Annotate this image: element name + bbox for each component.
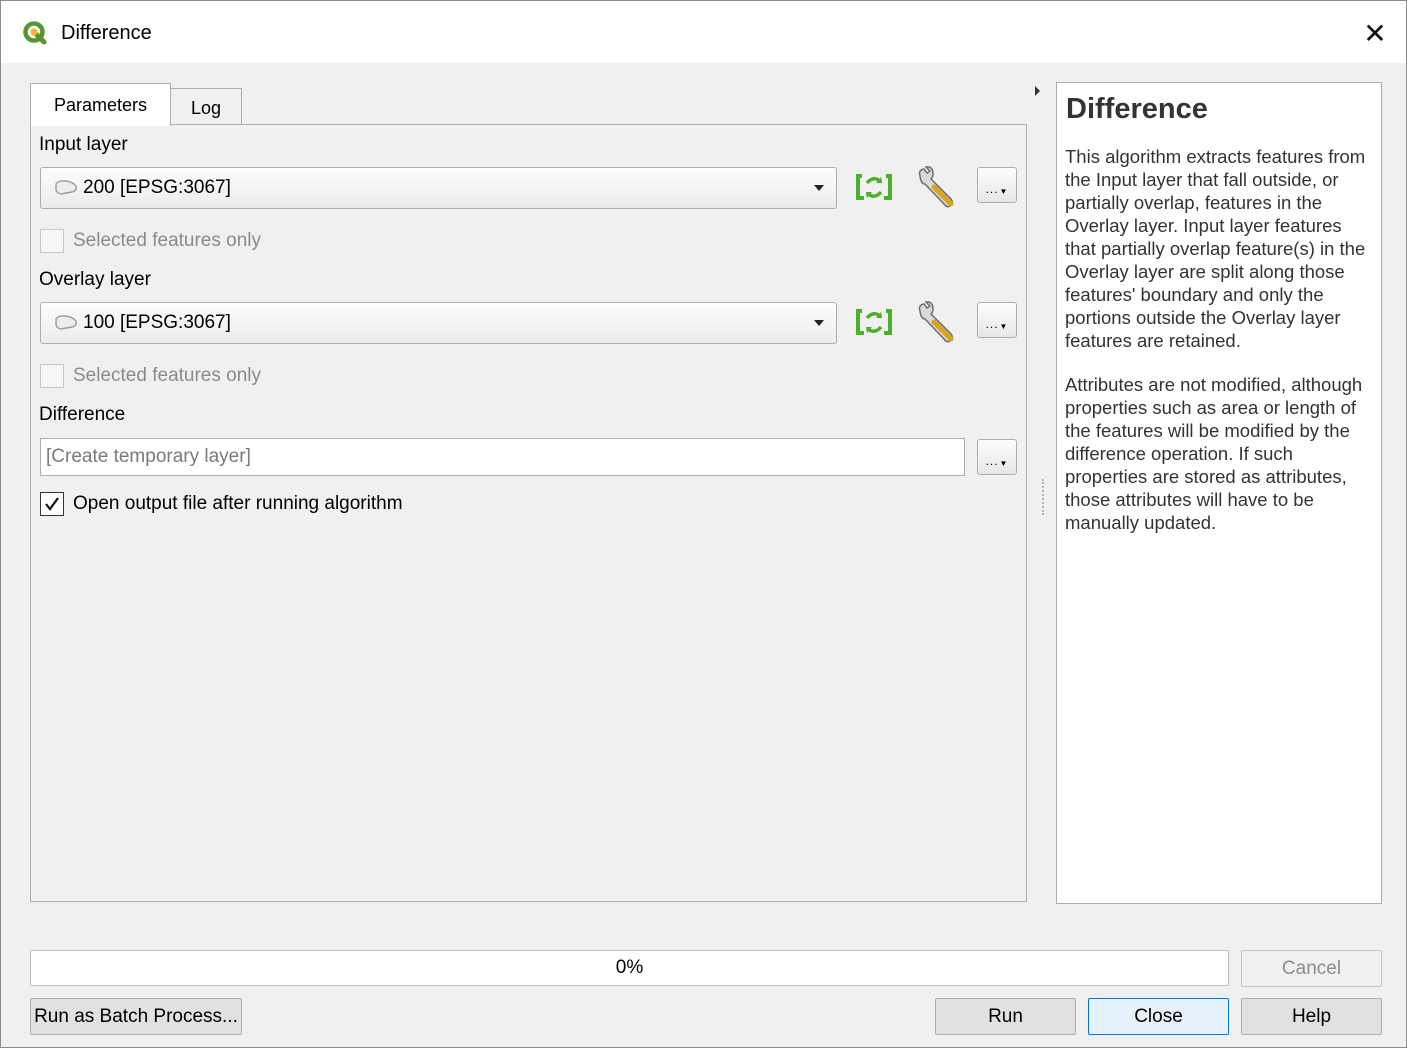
advanced-options-button[interactable] bbox=[914, 301, 958, 345]
output-destination-field[interactable]: [Create temporary layer] bbox=[40, 438, 965, 476]
run-as-batch-button[interactable]: Run as Batch Process... bbox=[30, 998, 242, 1035]
window-close-button[interactable]: ✕ bbox=[1357, 15, 1393, 51]
advanced-options-button[interactable] bbox=[914, 166, 958, 210]
progress-label: 0% bbox=[615, 957, 644, 978]
polygon-layer-icon bbox=[55, 180, 77, 195]
input-selected-only-checkbox[interactable]: Selected features only bbox=[40, 229, 261, 253]
help-button[interactable]: Help bbox=[1241, 998, 1382, 1035]
collapse-arrow-icon[interactable] bbox=[1035, 86, 1040, 96]
overlay-layer-combobox[interactable]: 100 [EPSG:3067] bbox=[40, 302, 837, 344]
help-title: Difference bbox=[1066, 93, 1208, 125]
splitter-handle[interactable] bbox=[1042, 479, 1044, 515]
dots-label: ... bbox=[985, 454, 999, 468]
checkbox-box bbox=[40, 229, 64, 253]
iterate-over-layer-button[interactable] bbox=[852, 301, 896, 345]
dropdown-arrow-icon: ▼ bbox=[999, 459, 1009, 468]
checkbox-box bbox=[40, 364, 64, 388]
wrench-icon bbox=[918, 166, 954, 208]
overlay-layer-value: 100 [EPSG:3067] bbox=[83, 312, 231, 333]
dots-label: ... bbox=[985, 182, 999, 196]
overlay-layer-label: Overlay layer bbox=[39, 269, 151, 290]
tab-parameters[interactable]: Parameters bbox=[30, 83, 171, 126]
polygon-layer-icon bbox=[55, 315, 77, 330]
output-label: Difference bbox=[39, 404, 126, 425]
dropdown-arrow-icon: ▼ bbox=[999, 322, 1009, 331]
checkbox-label: Selected features only bbox=[73, 365, 262, 386]
checkbox-label: Open output file after running algorithm bbox=[73, 493, 403, 514]
wrench-icon bbox=[918, 301, 954, 343]
input-layer-combobox[interactable]: 200 [EPSG:3067] bbox=[40, 167, 837, 209]
tab-log[interactable]: Log bbox=[170, 88, 242, 125]
window-title: Difference bbox=[61, 22, 152, 44]
overlay-selected-only-checkbox[interactable]: Selected features only bbox=[40, 364, 261, 388]
input-layer-value: 200 [EPSG:3067] bbox=[83, 177, 231, 198]
dropdown-arrow-icon bbox=[814, 320, 824, 326]
progress-bar: 0% bbox=[30, 950, 1229, 986]
input-layer-browse-button[interactable]: ... ▼ bbox=[977, 167, 1017, 203]
checkmark-icon bbox=[45, 497, 59, 511]
dropdown-arrow-icon bbox=[814, 185, 824, 191]
qgis-logo-icon bbox=[23, 21, 47, 45]
dialog-window: Difference ✕ Parameters Log Input layer … bbox=[0, 0, 1407, 1048]
input-layer-label: Input layer bbox=[39, 134, 128, 155]
output-browse-button[interactable]: ... ▼ bbox=[977, 439, 1017, 475]
run-button[interactable]: Run bbox=[935, 998, 1076, 1035]
iterate-icon bbox=[856, 309, 892, 335]
iterate-icon bbox=[856, 174, 892, 200]
dots-label: ... bbox=[985, 317, 999, 331]
open-output-checkbox[interactable]: Open output file after running algorithm bbox=[40, 492, 403, 516]
overlay-layer-browse-button[interactable]: ... ▼ bbox=[977, 302, 1017, 338]
dropdown-arrow-icon: ▼ bbox=[999, 187, 1009, 196]
cancel-button[interactable]: Cancel bbox=[1241, 950, 1382, 987]
checkbox-label: Selected features only bbox=[73, 230, 262, 251]
iterate-over-layer-button[interactable] bbox=[852, 166, 896, 210]
checkbox-box bbox=[40, 492, 64, 516]
title-bar: Difference ✕ bbox=[1, 1, 1406, 63]
help-paragraph: Attributes are not modified, although pr… bbox=[1065, 374, 1363, 533]
help-panel: Difference This algorithm extracts featu… bbox=[1056, 82, 1382, 904]
close-button[interactable]: Close bbox=[1088, 998, 1229, 1035]
help-paragraph: This algorithm extracts features from th… bbox=[1065, 146, 1366, 351]
